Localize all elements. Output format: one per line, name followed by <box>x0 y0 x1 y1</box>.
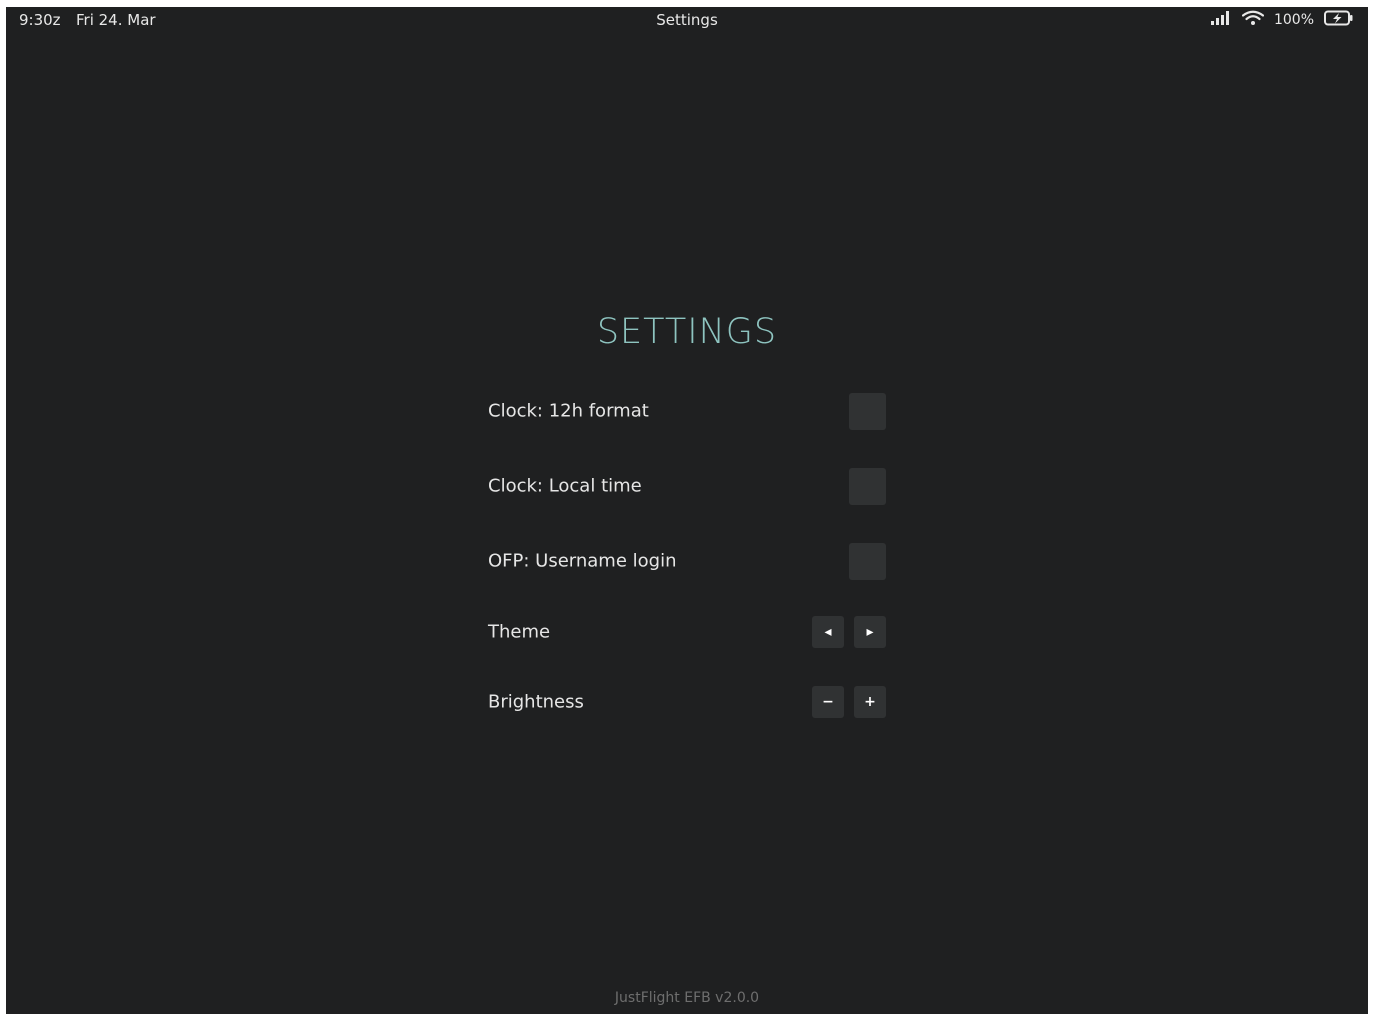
ofp-username-login-checkbox[interactable] <box>849 543 886 580</box>
setting-row-ofp-login: OFP: Username login <box>488 541 886 581</box>
battery-charging-icon <box>1324 10 1354 30</box>
status-title: Settings <box>656 11 718 29</box>
plus-icon: + <box>864 694 876 710</box>
setting-label: Brightness <box>488 691 584 713</box>
setting-row-theme: Theme ◂ ▸ <box>488 612 886 652</box>
setting-label: Theme <box>488 621 551 643</box>
theme-prev-button[interactable]: ◂ <box>812 616 844 648</box>
theme-next-button[interactable]: ▸ <box>854 616 886 648</box>
brightness-increase-button[interactable]: + <box>854 686 886 718</box>
setting-row-brightness: Brightness − + <box>488 682 886 722</box>
setting-label: OFP: Username login <box>488 550 677 572</box>
caret-right-icon: ▸ <box>866 624 874 640</box>
clock-local-time-checkbox[interactable] <box>849 468 886 505</box>
status-bar: 9:30z Fri 24. Mar Settings 100% <box>6 7 1368 35</box>
status-indicators: 100% <box>1210 10 1354 30</box>
setting-row-clock-local: Clock: Local time <box>488 466 886 506</box>
caret-left-icon: ◂ <box>824 624 832 640</box>
wifi-icon <box>1241 10 1265 30</box>
brightness-decrease-button[interactable]: − <box>812 686 844 718</box>
setting-row-clock-12h: Clock: 12h format <box>488 391 886 431</box>
clock-12h-checkbox[interactable] <box>849 393 886 430</box>
setting-label: Clock: 12h format <box>488 400 649 422</box>
battery-percent: 100% <box>1273 12 1314 28</box>
setting-label: Clock: Local time <box>488 475 642 497</box>
efb-screen: 9:30z Fri 24. Mar Settings 100% SETTINGS… <box>6 7 1368 1014</box>
minus-icon: − <box>822 694 834 710</box>
signal-icon <box>1210 11 1232 29</box>
version-footer: JustFlight EFB v2.0.0 <box>614 990 760 1006</box>
settings-heading: SETTINGS <box>596 312 778 352</box>
